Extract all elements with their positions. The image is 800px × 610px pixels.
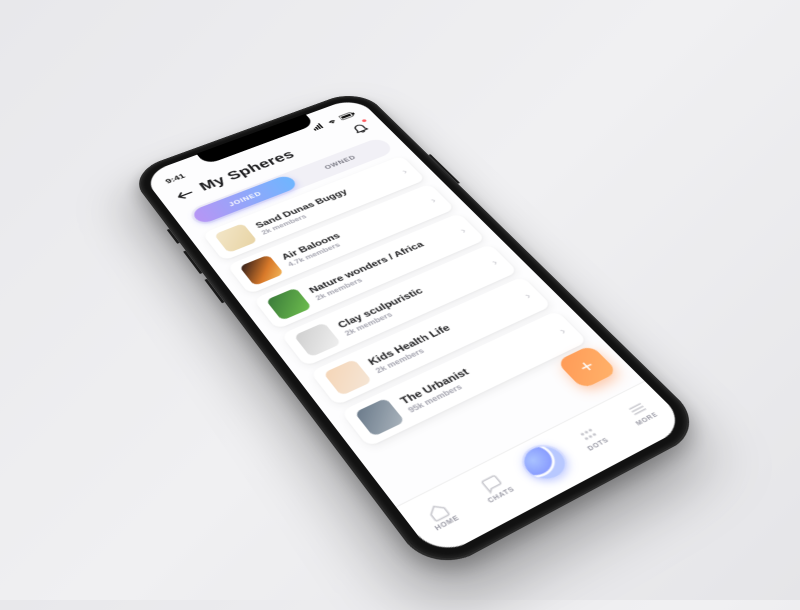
side-button (204, 279, 224, 304)
dots-icon (575, 424, 603, 445)
chevron-right-icon: › (521, 290, 533, 300)
home-icon (424, 500, 453, 523)
sphere-thumbnail (294, 322, 342, 357)
tab-home[interactable]: HOME (410, 493, 472, 538)
chat-icon (478, 473, 507, 496)
tab-label: DOTS (587, 437, 611, 452)
chevron-right-icon: › (427, 195, 438, 204)
tab-center[interactable] (513, 438, 576, 487)
side-button (183, 251, 203, 275)
back-button[interactable] (172, 186, 197, 202)
phone-frame: 9:41 My Spheres JOINED OWN (127, 88, 708, 576)
notifications-button[interactable] (348, 120, 374, 136)
bell-icon (348, 121, 372, 136)
notification-dot (361, 119, 367, 123)
tab-label: HOME (434, 515, 461, 533)
chevron-right-icon: › (556, 325, 569, 336)
tab-chats[interactable]: CHATS (465, 466, 526, 509)
tab-label: CHATS (487, 486, 517, 505)
tab-dots[interactable]: DOTS (562, 418, 621, 458)
sphere-thumbnail (354, 398, 405, 437)
arrow-left-icon (174, 188, 195, 201)
side-button (167, 229, 180, 244)
chevron-right-icon: › (399, 167, 410, 176)
tab-label: MORE (635, 412, 660, 427)
sphere-thumbnail (239, 255, 284, 286)
chevron-right-icon: › (488, 257, 500, 267)
menu-icon (623, 399, 651, 419)
sphere-thumbnail (214, 223, 258, 253)
screen: 9:41 My Spheres JOINED OWN (141, 96, 689, 559)
chevron-right-icon: › (457, 225, 468, 234)
tab-more[interactable]: MORE (612, 393, 670, 432)
sphere-thumbnail (323, 359, 372, 396)
plus-icon: + (573, 356, 601, 378)
sphere-thumbnail (266, 288, 312, 321)
